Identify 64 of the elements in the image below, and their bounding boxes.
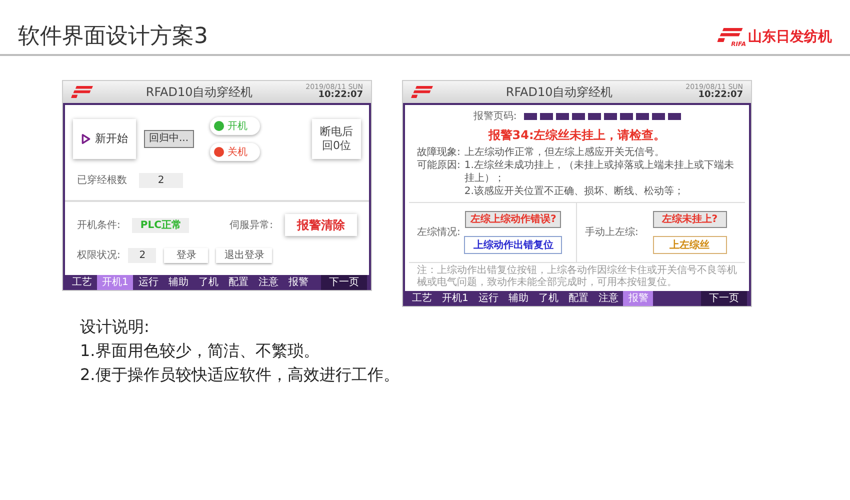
notes-heading: 设计说明: [80, 316, 150, 338]
tab[interactable]: 工艺 [67, 275, 97, 290]
reset-button[interactable]: 上综动作出错复位 [464, 236, 562, 254]
logo-icon [71, 86, 93, 98]
tab[interactable]: 配置 [563, 291, 594, 306]
alarm-clear-button[interactable]: 报警清除 [285, 214, 357, 236]
brand-name: 山东日发纺机 [748, 28, 832, 47]
alarm-title: 报警34:左综丝未挂上，请检查。 [487, 127, 667, 144]
tab[interactable]: 配置 [223, 275, 254, 290]
tab[interactable]: 工艺 [407, 291, 437, 306]
page-code-button[interactable] [524, 113, 537, 120]
time-text: 10:22:07 [698, 90, 743, 100]
page-code-button[interactable] [620, 113, 633, 120]
page-code-button[interactable] [668, 113, 681, 120]
field-label: 权限状况: [77, 248, 120, 263]
tab[interactable]: 开机1 [437, 291, 474, 306]
status-indicator: 左综未挂上? [652, 211, 727, 228]
tab[interactable]: 辅助 [163, 275, 194, 290]
new-start-button[interactable]: 新开始 [73, 119, 136, 159]
next-page-button[interactable]: 下一页 [321, 275, 367, 290]
page-code-button[interactable] [540, 113, 553, 120]
permission-value: 2 [128, 248, 156, 263]
tab[interactable]: 了机 [193, 275, 224, 290]
symptom-text: 上左综动作正常，但左综上感应开关无信号。 [464, 146, 666, 159]
field-label: 已穿经根数 [77, 174, 127, 188]
plc-status: PLC正常 [132, 218, 190, 232]
page-code-button[interactable] [652, 113, 665, 120]
tab[interactable]: 注意 [253, 275, 284, 290]
tab[interactable]: 运行 [133, 275, 164, 290]
slide-title: 软件界面设计方案3 [18, 26, 208, 48]
status-indicator: 左综上综动作错误? [465, 211, 562, 228]
screen-title: RFAD10自动穿经机 [144, 84, 254, 101]
logo-icon [411, 86, 433, 98]
tab[interactable]: 注意 [593, 291, 624, 306]
field-label: 开机条件: [77, 218, 120, 232]
login-button[interactable]: 登录 [164, 248, 208, 263]
next-page-button[interactable]: 下一页 [701, 291, 747, 306]
page-code-button[interactable] [588, 113, 601, 120]
logout-button[interactable]: 退出登录 [216, 248, 272, 263]
play-icon [81, 133, 91, 145]
field-label: 报警页码: [473, 110, 517, 124]
tab[interactable]: 了机 [533, 291, 564, 306]
page-code-button[interactable] [636, 113, 649, 120]
field-label: 伺服异常: [230, 218, 273, 232]
field-label: 左综情况: [417, 226, 460, 240]
tab[interactable]: 辅助 [503, 291, 534, 306]
cause-text: 2.该感应开关位置不正确、损坏、断线、松动等； [464, 185, 685, 198]
tab[interactable]: 运行 [473, 291, 504, 306]
page-code-button[interactable] [556, 113, 569, 120]
power-toggle[interactable]: 关机 [210, 143, 260, 161]
page-code-button[interactable] [604, 113, 617, 120]
field-label: 故障现象: [417, 146, 460, 159]
power-reset-button[interactable]: 断电后 回0位 [312, 119, 361, 159]
screen-title: RFAD10自动穿经机 [504, 84, 614, 101]
tab[interactable]: 报警 [283, 275, 314, 290]
field-label: 可能原因: [417, 159, 460, 173]
note-item: 2.便于操作员较快适应软件，高效进行工作。 [80, 364, 400, 386]
count-value: 2 [139, 173, 183, 188]
homing-status: 回归中... [144, 130, 194, 148]
page-code-button[interactable] [572, 113, 585, 120]
cause-text: 1.左综丝未成功挂上，（未挂上或掉落或上端未挂上或下端未挂上）； [464, 159, 735, 185]
time-text: 10:22:07 [318, 90, 363, 100]
field-label: 手动上左综: [585, 226, 638, 240]
note-item: 1.界面用色较少，简洁、不繁琐。 [80, 340, 320, 362]
